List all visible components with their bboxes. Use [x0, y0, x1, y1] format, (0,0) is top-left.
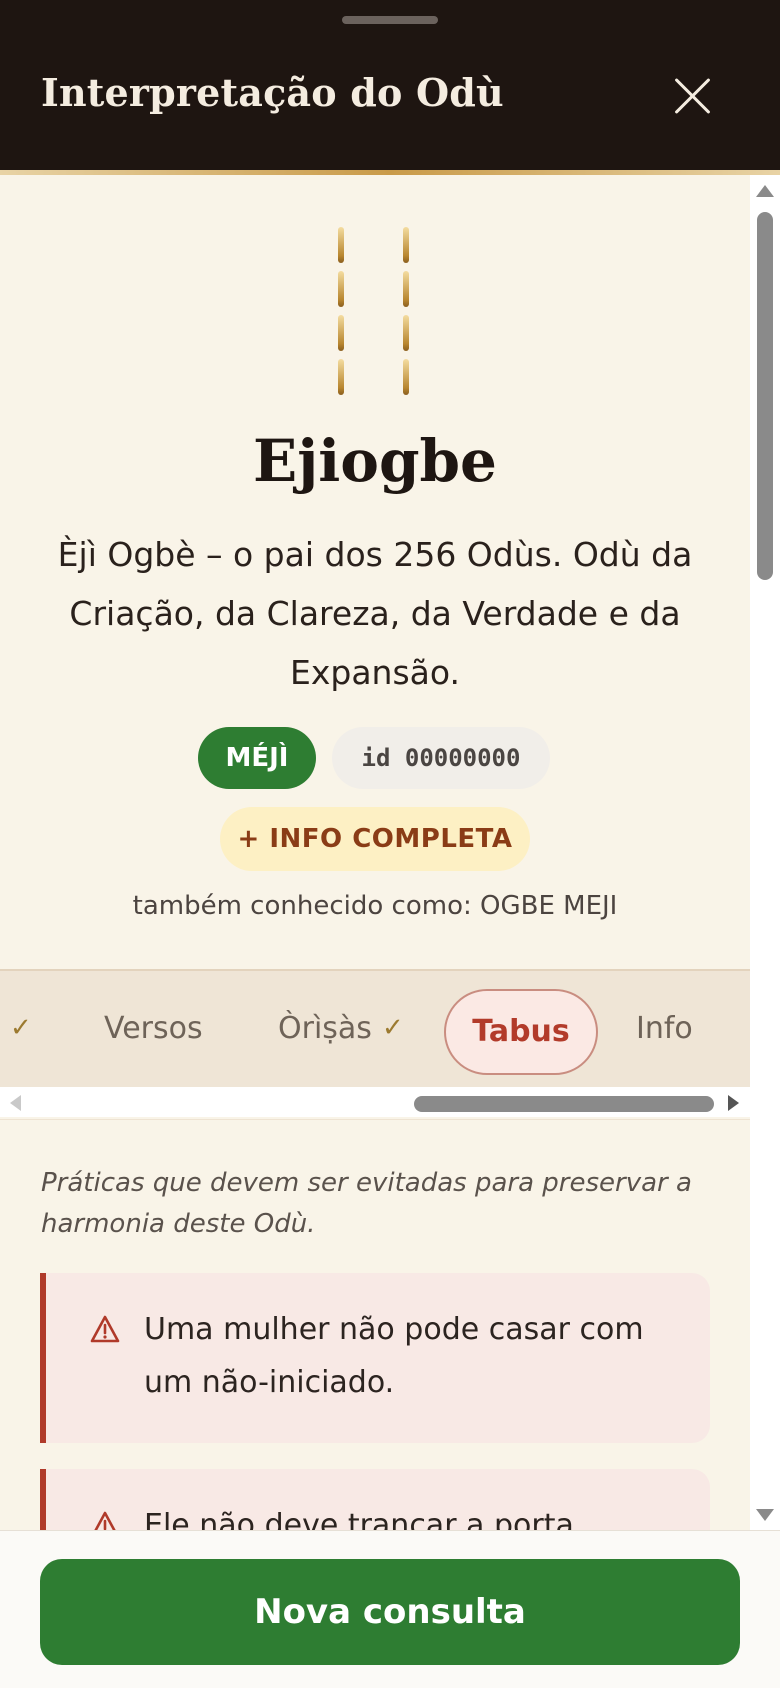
tab-versos[interactable]: Versos [104, 1011, 203, 1046]
odu-mark [403, 271, 409, 307]
scroll-right-icon[interactable] [728, 1095, 739, 1111]
tabu-text: Ele não deve trancar a porta [144, 1508, 574, 1530]
tab-bar: ✓ Versos Òrìṣàs ✓ Tabus Info [0, 969, 750, 1087]
odu-name: Ejiogbe [253, 427, 497, 495]
check-icon: ✓ [382, 1013, 404, 1043]
odu-mark [338, 227, 344, 263]
new-consultation-button[interactable]: Nova consulta [40, 1559, 740, 1665]
scroll-left-icon[interactable] [10, 1095, 21, 1111]
page-title: Interpretação do Odù [41, 70, 504, 115]
odu-mark [338, 315, 344, 351]
sheet-header: Interpretação do Odù [0, 0, 780, 170]
tabus-intro: Práticas que devem ser evitadas para pre… [41, 1168, 692, 1239]
warning-icon [94, 1511, 116, 1530]
warning-icon [90, 1315, 120, 1343]
scroll-up-icon[interactable] [756, 185, 774, 197]
section-divider [0, 1119, 750, 1120]
close-icon[interactable] [672, 76, 712, 116]
full-info-button[interactable]: + INFO COMPLETA [220, 807, 530, 871]
odu-mark [403, 227, 409, 263]
horizontal-scrollbar[interactable] [0, 1087, 750, 1117]
odu-mark [403, 315, 409, 351]
scrollbar-thumb[interactable] [757, 212, 773, 580]
also-known-as: também conhecido como: OGBE MEJI [132, 891, 618, 921]
tabu-text: Uma mulher não pode casar com um não-ini… [144, 1312, 644, 1400]
tab-info[interactable]: Info [636, 1011, 693, 1046]
tabu-card: Uma mulher não pode casar com um não-ini… [40, 1273, 710, 1443]
meji-badge: MÉJÌ [198, 727, 316, 789]
odu-description: Èjì Ogbè – o pai dos 256 Odùs. Odù da Cr… [57, 535, 693, 692]
scroll-down-icon[interactable] [756, 1509, 774, 1521]
content-area: Ejiogbe Èjì Ogbè – o pai dos 256 Odùs. O… [0, 175, 750, 1530]
odu-mark [403, 359, 409, 395]
footer-bar: Nova consulta [0, 1530, 780, 1688]
odu-mark [338, 359, 344, 395]
check-icon: ✓ [10, 1013, 32, 1043]
tabu-card: Ele não deve trancar a porta [40, 1469, 710, 1530]
tab-tabus[interactable]: Tabus [444, 989, 598, 1075]
sheet-grabber[interactable] [342, 16, 438, 24]
scrollbar-thumb[interactable] [414, 1096, 714, 1112]
odu-marks-figure [335, 227, 415, 399]
tab-orisas[interactable]: Òrìṣàs [278, 1011, 372, 1046]
vertical-scrollbar[interactable] [750, 175, 780, 1530]
id-badge: id 00000000 [332, 727, 550, 789]
odu-mark [338, 271, 344, 307]
